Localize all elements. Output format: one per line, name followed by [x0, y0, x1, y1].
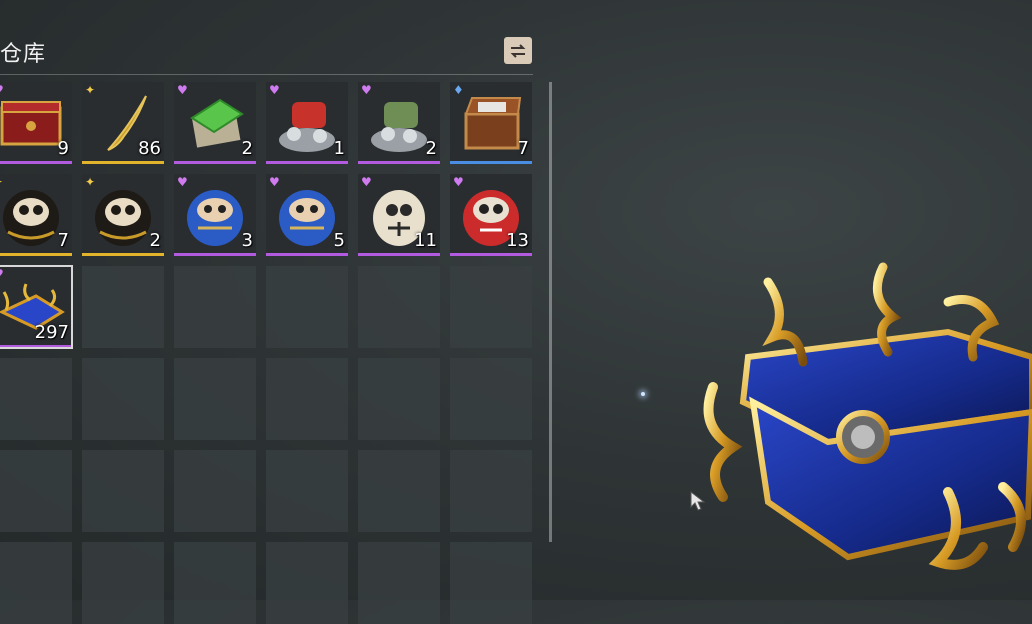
inventory-slot-empty[interactable] [266, 542, 348, 624]
inventory-slot-empty[interactable] [82, 266, 164, 348]
inventory-slot-ornate-blue-chest[interactable]: ♥ 297 [0, 265, 73, 349]
inventory-slot-empty[interactable] [174, 450, 256, 532]
inventory-slot-red-treasure-chest[interactable]: ♥9 [0, 82, 72, 164]
inventory-slot-empty[interactable] [0, 358, 72, 440]
item-count: 2 [241, 138, 253, 159]
inventory-slot-green-stone-box[interactable]: ♥ 2 [174, 82, 256, 164]
blue-daruma-icon [279, 190, 335, 246]
item-count: 2 [425, 138, 437, 159]
item-preview-chest [703, 262, 1032, 570]
rarity-icon: ♥ [453, 175, 464, 189]
inventory-slot-blue-daruma[interactable]: ♥ 5 [266, 174, 348, 256]
rarity-icon: ♥ [0, 84, 4, 96]
inventory-slot-empty[interactable] [82, 542, 164, 624]
inventory-grid: ♥9✦86♥2♥1♥2♦7✦7✦2♥3♥5♥11♥13♥297 [0, 82, 532, 624]
inventory-slot-empty[interactable] [266, 358, 348, 440]
inventory-slot-brown-treasure-chest[interactable]: ♦ 7 [450, 82, 532, 164]
item-count: 5 [333, 230, 345, 251]
inventory-slot-golden-feather[interactable]: ✦ 86 [82, 82, 164, 164]
brown-treasure-chest-icon [464, 97, 522, 150]
rarity-icon: ♥ [361, 175, 372, 189]
inventory-slot-empty[interactable] [82, 358, 164, 440]
green-stone-box-icon [190, 98, 244, 148]
item-count: 7 [57, 230, 69, 251]
rarity-icon: ✦ [0, 176, 3, 188]
inventory-slot-empty[interactable] [450, 450, 532, 532]
inventory-slot-black-daruma[interactable]: ✦7 [0, 174, 72, 256]
inventory-slot-red-daruma[interactable]: ♥ 13 [450, 174, 532, 256]
inventory-slot-white-daruma[interactable]: ♥ 11 [358, 174, 440, 256]
rarity-icon: ♥ [269, 83, 280, 97]
scrollbar[interactable] [549, 82, 552, 542]
sparkle [641, 392, 645, 396]
inventory-slot-empty[interactable] [358, 542, 440, 624]
rarity-icon: ♥ [269, 175, 280, 189]
inventory-slot-green-coin-pile[interactable]: ♥ 2 [358, 82, 440, 164]
sort-button[interactable] [504, 37, 532, 64]
title-divider [0, 74, 533, 75]
item-count: 297 [34, 322, 69, 343]
item-count: 9 [57, 138, 69, 159]
inventory-slot-empty[interactable] [174, 542, 256, 624]
rarity-icon: ✦ [85, 175, 96, 189]
warehouse-title: 仓库 [0, 42, 47, 67]
item-count: 2 [149, 230, 161, 251]
item-count: 1 [333, 138, 345, 159]
black-daruma-icon [95, 190, 151, 246]
item-count: 7 [517, 138, 529, 159]
rarity-icon: ♥ [177, 175, 188, 189]
item-count: 86 [138, 138, 161, 159]
rarity-icon: ♦ [453, 83, 464, 97]
rarity-icon: ♥ [177, 83, 188, 97]
inventory-slot-empty[interactable] [266, 450, 348, 532]
inventory-slot-empty[interactable] [450, 266, 532, 348]
inventory-slot-empty[interactable] [0, 542, 72, 624]
inventory-slot-empty[interactable] [82, 450, 164, 532]
inventory-slot-empty[interactable] [450, 542, 532, 624]
inventory-slot-empty[interactable] [358, 358, 440, 440]
inventory-slot-empty[interactable] [174, 266, 256, 348]
inventory-slot-empty[interactable] [358, 450, 440, 532]
item-count: 11 [414, 230, 437, 251]
black-daruma-icon [3, 190, 59, 246]
rarity-icon: ♥ [0, 268, 4, 280]
sort-icon [510, 43, 526, 58]
rarity-icon: ♥ [361, 83, 372, 97]
red-coin-pile-icon [279, 102, 335, 152]
inventory-slot-black-daruma[interactable]: ✦ 2 [82, 174, 164, 256]
green-coin-pile-icon [371, 102, 427, 152]
inventory-slot-empty[interactable] [266, 266, 348, 348]
inventory-slot-empty[interactable] [450, 358, 532, 440]
red-treasure-chest-icon [0, 101, 62, 146]
inventory-slot-empty[interactable] [0, 450, 72, 532]
inventory-slot-empty[interactable] [358, 266, 440, 348]
inventory-slot-empty[interactable] [174, 358, 256, 440]
item-count: 3 [241, 230, 253, 251]
rarity-icon: ✦ [85, 83, 96, 97]
inventory-slot-blue-daruma[interactable]: ♥ 3 [174, 174, 256, 256]
item-count: 13 [506, 230, 529, 251]
inventory-slot-red-coin-pile[interactable]: ♥ 1 [266, 82, 348, 164]
blue-daruma-icon [187, 190, 243, 246]
